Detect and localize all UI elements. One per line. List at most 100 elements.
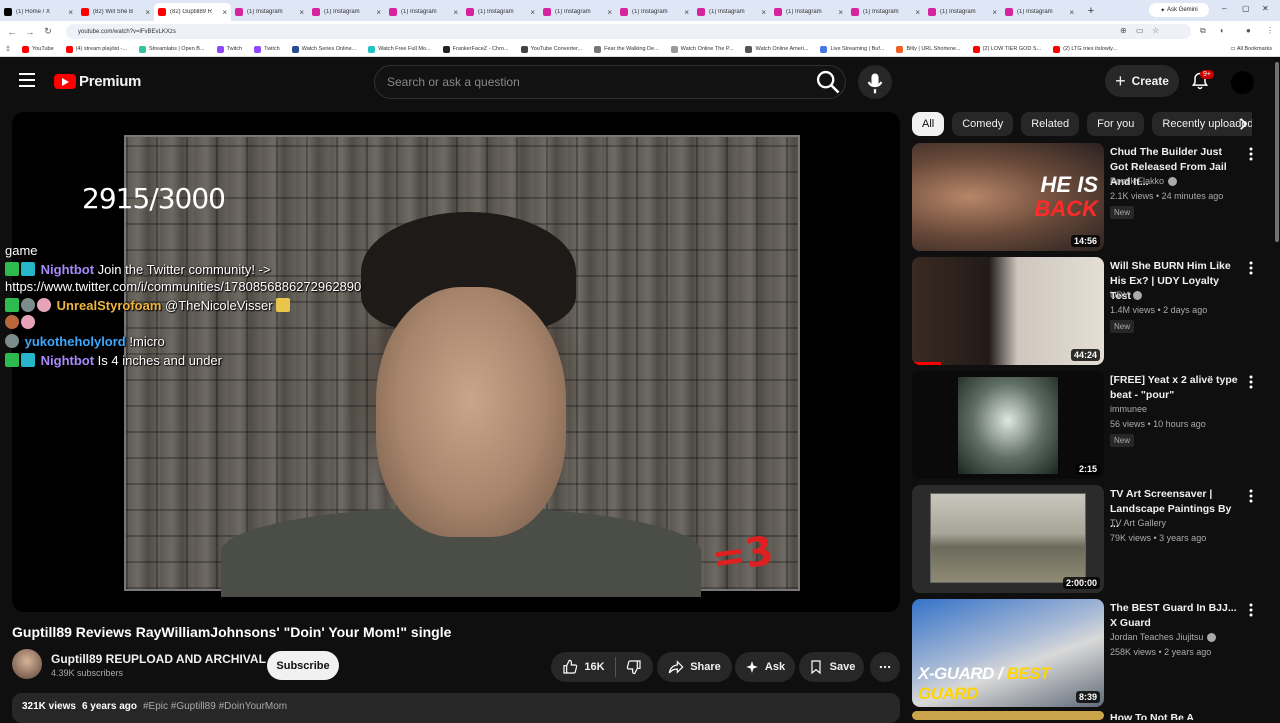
tab-close-icon[interactable]: × <box>222 8 227 17</box>
account-avatar[interactable] <box>1231 71 1254 94</box>
tab-close-icon[interactable]: × <box>1069 8 1074 17</box>
bookmark-star-icon[interactable]: ☆ <box>1152 26 1159 35</box>
video-thumbnail[interactable] <box>912 711 1104 720</box>
more-vertical-icon[interactable] <box>1248 147 1254 161</box>
video-thumbnail[interactable]: HE IS BACK 14:56 <box>912 143 1104 251</box>
tab-close-icon[interactable]: × <box>376 8 381 17</box>
recommendation-item[interactable]: How To Not Be A Pedophile <box>912 711 1257 720</box>
recommendation-item[interactable]: 2:00:00 TV Art Screensaver | Landscape P… <box>912 485 1257 593</box>
bookmark-item[interactable]: Twitch <box>254 45 280 53</box>
filter-chip[interactable]: For you <box>1087 112 1145 136</box>
bookmark-item[interactable]: (2) LOW TIER GOD S... <box>972 45 1041 53</box>
video-thumbnail[interactable]: 2:15 <box>912 371 1104 479</box>
recommendation-channel[interactable]: UDY <box>1110 290 1143 300</box>
browser-tab[interactable]: (1) Home / X × <box>0 3 77 21</box>
share-button[interactable]: Share <box>657 652 732 682</box>
ask-button[interactable]: Ask <box>735 652 795 682</box>
browser-tab[interactable]: (1) Instagram × <box>308 3 385 21</box>
bookmark-item[interactable]: YouTube <box>22 45 54 53</box>
tab-close-icon[interactable]: × <box>761 8 766 17</box>
zoom-icon[interactable]: ⊕ <box>1120 26 1127 35</box>
youtube-premium-logo[interactable]: Premium <box>54 73 141 90</box>
reload-icon[interactable]: ↻ <box>42 26 54 37</box>
filter-chip[interactable]: All <box>912 112 945 136</box>
dislike-button[interactable] <box>616 659 642 675</box>
browser-tab[interactable]: (82) Guptill89 R × <box>154 3 231 21</box>
browser-tab[interactable]: (1) Instagram × <box>616 3 693 21</box>
apps-icon[interactable]: ⣿ <box>6 46 10 52</box>
recommendation-item[interactable]: HE IS BACK 14:56 Chud The Builder Just Go… <box>912 143 1257 251</box>
browser-tab[interactable]: (82) Will She B × <box>77 3 154 21</box>
more-vertical-icon[interactable] <box>1248 261 1254 275</box>
browser-tab[interactable]: (1) Instagram × <box>770 3 847 21</box>
video-thumbnail[interactable]: 2:00:00 <box>912 485 1104 593</box>
browser-tab[interactable]: (1) Instagram × <box>462 3 539 21</box>
channel-name[interactable]: Guptill89 REUPLOAD AND ARCHIVAL <box>51 652 266 666</box>
browser-tab[interactable]: (1) Instagram × <box>385 3 462 21</box>
all-bookmarks-link[interactable]: ▭ All Bookmarks <box>1230 46 1272 52</box>
like-button[interactable]: 16K <box>562 657 616 677</box>
bookmark-item[interactable]: Fear the Walking De... <box>594 45 659 53</box>
browser-tab[interactable]: (1) Instagram × <box>847 3 924 21</box>
filter-chip[interactable]: Related <box>1021 112 1080 136</box>
close-window-icon[interactable]: ✕ <box>1262 4 1269 13</box>
browser-menu-icon[interactable]: ⋮ <box>1266 26 1274 35</box>
cast-icon[interactable]: ▭ <box>1136 26 1144 35</box>
more-vertical-icon[interactable] <box>1248 375 1254 389</box>
recommendation-channel[interactable]: immunee <box>1110 404 1147 414</box>
more-vertical-icon[interactable] <box>1248 489 1254 503</box>
tab-close-icon[interactable]: × <box>453 8 458 17</box>
tab-close-icon[interactable]: × <box>992 8 997 17</box>
hamburger-menu-icon[interactable] <box>19 73 35 87</box>
recommendation-channel[interactable]: Jordan Teaches Jiujitsu <box>1110 632 1217 642</box>
browser-tab[interactable]: (1) Instagram × <box>1001 3 1078 21</box>
extensions-icon[interactable]: ⧉ <box>1200 26 1206 36</box>
browser-tab[interactable]: (1) Instagram × <box>924 3 1001 21</box>
channel-avatar[interactable] <box>12 649 42 679</box>
back-icon[interactable]: ← <box>6 27 18 37</box>
more-vertical-icon[interactable] <box>1248 603 1254 617</box>
video-thumbnail[interactable]: X-GUARD / BEST GUARD 8:39 <box>912 599 1104 707</box>
recommendation-channel[interactable]: Poetik Flakko <box>1110 176 1178 186</box>
bookmark-item[interactable]: YouTube Converter... <box>520 45 582 53</box>
browser-tab[interactable]: (1) Instagram × <box>231 3 308 21</box>
chevron-right-icon[interactable] <box>1234 115 1252 133</box>
forward-icon[interactable]: → <box>24 27 36 37</box>
recommendation-channel[interactable]: TV Art Gallery <box>1110 518 1166 528</box>
address-bar[interactable]: youtube.com/watch?v=lFvBEvLKXzs <box>66 24 1191 39</box>
browser-tab[interactable]: (1) Instagram × <box>539 3 616 21</box>
bookmark-item[interactable]: Watch Online Ameri... <box>745 45 808 53</box>
recommendation-title[interactable]: [FREE] Yeat x 2 alivë type beat - "pour" <box>1110 373 1238 403</box>
profile-avatar-icon[interactable]: ● <box>1246 26 1251 35</box>
recommendation-item[interactable]: 44:24 Will She BURN Him Like His Ex? | U… <box>912 257 1257 365</box>
save-button[interactable]: Save <box>799 652 864 682</box>
bookmark-item[interactable]: Watch Online The P... <box>670 45 733 53</box>
maximize-icon[interactable]: ▢ <box>1242 4 1250 13</box>
tab-close-icon[interactable]: × <box>915 8 920 17</box>
search-icon[interactable] <box>814 68 842 96</box>
subscribe-button[interactable]: Subscribe <box>267 651 339 680</box>
bookmark-item[interactable]: Twitch <box>216 45 242 53</box>
minimize-icon[interactable]: – <box>1222 4 1226 13</box>
ask-gemini-button[interactable]: ✦ Ask Gemini <box>1149 3 1209 17</box>
tab-close-icon[interactable]: × <box>68 8 73 17</box>
hashtags[interactable]: #Epic #Guptill89 #DoinYourMom <box>143 701 287 712</box>
recommendation-item[interactable]: 2:15 [FREE] Yeat x 2 alivë type beat - "… <box>912 371 1257 479</box>
browser-tab[interactable]: (1) Instagram × <box>693 3 770 21</box>
bookmark-item[interactable]: (2) LTG tries itslowly... <box>1053 45 1117 53</box>
bookmark-item[interactable]: Streamlabs | Open B... <box>139 45 205 53</box>
tab-close-icon[interactable]: × <box>530 8 535 17</box>
more-actions-button[interactable] <box>870 652 900 682</box>
bookmark-item[interactable]: Watch Series Online... <box>291 45 356 53</box>
profile-icon[interactable]: ◐ <box>1220 26 1225 35</box>
voice-search-button[interactable] <box>858 65 892 99</box>
recommendation-title[interactable]: How To Not Be A Pedophile <box>1110 711 1238 720</box>
bookmark-item[interactable]: Live Streaming | Buf... <box>820 45 884 53</box>
filter-chip[interactable]: Comedy <box>952 112 1014 136</box>
video-thumbnail[interactable]: 44:24 <box>912 257 1104 365</box>
description-box[interactable]: 321K views 6 years ago #Epic #Guptill89 #D… <box>12 693 900 723</box>
tab-close-icon[interactable]: × <box>684 8 689 17</box>
bookmark-item[interactable]: FrankerFaceZ - Chro... <box>442 45 509 53</box>
create-button[interactable]: + Create <box>1105 65 1179 97</box>
tab-close-icon[interactable]: × <box>607 8 612 17</box>
